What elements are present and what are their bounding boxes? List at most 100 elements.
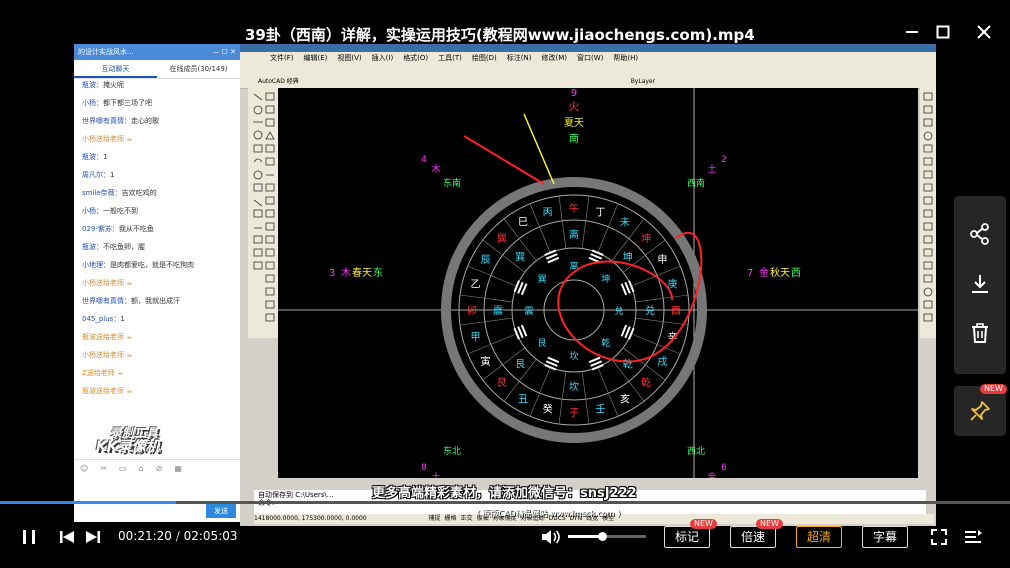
inner-trigram-label: 巽 — [538, 274, 547, 285]
east-direction: 东 — [373, 266, 383, 279]
status-toggle[interactable]: 捕捉 — [429, 515, 441, 522]
close-button[interactable] — [970, 18, 998, 46]
chat-message: smile奈薇：吉欢吃鸡的 — [82, 189, 232, 198]
cad-menu-item[interactable]: 视图(V) — [337, 52, 361, 64]
workspace-select[interactable]: AutoCAD 经典 — [258, 78, 299, 85]
sw-element: 土 — [707, 163, 716, 175]
cad-drawing-canvas[interactable]: 午丁未坤申庚酉辛戌乾亥壬子癸丑艮寅甲卯乙辰巽巳丙离坤兑乾坎艮震巽离坤兑乾坎艮震巽… — [278, 88, 918, 526]
mark-new-badge: NEW — [690, 519, 717, 529]
chat-message: 瓶波送给老师 ☕ — [82, 333, 232, 342]
gift-icon: ☕ — [114, 369, 124, 377]
chat-text: ：吉欢吃鸡的 — [114, 189, 157, 197]
chat-sender[interactable]: 瓶波 — [82, 81, 96, 89]
volume-button[interactable] — [540, 527, 562, 547]
speed-label: 倍速 — [740, 530, 765, 544]
previous-button[interactable] — [56, 527, 78, 547]
chat-sender[interactable]: 瓶波 — [82, 387, 96, 395]
cad-menu-item[interactable]: 格式(O) — [403, 52, 428, 64]
chat-sender[interactable]: 小杨 — [82, 99, 96, 107]
next-button[interactable] — [82, 527, 104, 547]
chat-sender[interactable]: 瓶波 — [82, 243, 96, 251]
download-button[interactable] — [967, 271, 993, 297]
mountain-label: 巳 — [518, 217, 528, 229]
trigram-line — [545, 360, 558, 367]
cad-menu-item[interactable]: 绘图(D) — [472, 52, 497, 64]
outer-trigram-label: 乾 — [623, 358, 633, 371]
chat-sender[interactable]: 045_plus — [82, 315, 113, 323]
mountain-label: 丁 — [595, 207, 605, 218]
cad-menu-item[interactable]: 修改(M) — [541, 52, 567, 64]
mountain-label: 子 — [569, 407, 579, 419]
maximize-button[interactable] — [929, 18, 957, 46]
chat-sender[interactable]: 小杨 — [82, 135, 96, 143]
tab-interactive-chat[interactable]: 互动聊天 — [74, 60, 157, 78]
fullscreen-button[interactable] — [928, 527, 950, 547]
cad-menu-item[interactable]: 编辑(E) — [304, 52, 328, 64]
trigram-symbol — [620, 324, 635, 340]
playlist-button[interactable] — [962, 527, 984, 547]
chat-text: ：走心的歌 — [124, 117, 159, 125]
mountain-label: 亥 — [620, 392, 630, 405]
chat-sender[interactable]: 小杨 — [82, 207, 96, 215]
sector-divider — [459, 294, 513, 303]
current-time: 00:21:20 — [118, 529, 172, 543]
tab-online-members[interactable]: 在线成员(30/149) — [157, 60, 240, 78]
chat-sender[interactable]: smile奈薇 — [82, 189, 115, 197]
delete-button[interactable] — [967, 320, 993, 346]
cad-draw-toolbar[interactable] — [248, 88, 278, 338]
trigram-line — [628, 327, 635, 340]
chat-sender[interactable]: 瓶波 — [82, 153, 96, 161]
cad-menu-item[interactable]: 窗口(W) — [577, 52, 603, 64]
chat-text: ：不吃鱼卵，腥 — [96, 243, 145, 251]
cad-menu-item[interactable]: 插入(I) — [372, 52, 394, 64]
mountain-label: 壬 — [595, 404, 605, 416]
cursor-coordinates: 1418000.0000, 175300.0000, 0.0000 — [254, 515, 367, 522]
nw-direction: 西北 — [687, 446, 705, 457]
chat-sender[interactable]: 小杨 — [82, 351, 96, 359]
chat-message: 周凡尔：1 — [82, 171, 232, 180]
trigram-line — [544, 364, 557, 371]
status-toggle[interactable]: 正交 — [461, 515, 473, 522]
quality-button[interactable]: 超清 — [796, 526, 842, 548]
chat-toolbar-icons[interactable]: ☺✂▭⌂⊘▦ — [80, 464, 194, 473]
chat-sender[interactable]: 瓶波 — [82, 333, 96, 341]
cad-modify-toolbar[interactable] — [920, 88, 936, 338]
chat-sender[interactable]: 小杨 — [82, 279, 96, 287]
send-button[interactable]: 发送 — [206, 504, 236, 518]
mountain-label: 丑 — [518, 394, 528, 405]
inner-trigram-label: 艮 — [538, 338, 547, 349]
chat-sender[interactable]: 029-紫苏 — [82, 225, 112, 233]
west-number: 7 — [747, 268, 753, 279]
mark-button[interactable]: 标记 — [664, 526, 710, 548]
pin-button[interactable] — [967, 398, 993, 424]
chat-sender[interactable]: 世界哪有真情 — [82, 117, 124, 125]
trigram-symbol — [620, 280, 635, 296]
cad-menu-item[interactable]: 文件(F) — [270, 52, 294, 64]
pause-button[interactable] — [18, 527, 40, 547]
chat-text: ：我从不吃鱼 — [111, 225, 154, 233]
chat-window-controls[interactable]: — ☐ ✕ — [212, 44, 236, 60]
layer-select[interactable]: ByLayer — [631, 78, 655, 85]
speed-button[interactable]: 倍速 — [730, 526, 776, 548]
chat-sender[interactable]: 世界哪有真情 — [82, 297, 124, 305]
trigram-line — [513, 327, 520, 340]
inner-trigram-label: 震 — [524, 306, 533, 317]
sector-divider — [635, 317, 689, 326]
cad-menu-item[interactable]: 帮助(H) — [613, 52, 638, 64]
chat-sender[interactable]: 小地理 — [82, 261, 103, 269]
chat-sender[interactable]: 周凡尔 — [82, 171, 103, 179]
status-toggle[interactable]: 栅格 — [445, 515, 457, 522]
trigram-line — [624, 281, 631, 294]
mountain-label: 丙 — [543, 207, 553, 218]
chat-input-area[interactable]: ☺✂▭⌂⊘▦ 发送 — [74, 459, 240, 522]
cad-menu-item[interactable]: 工具(T) — [438, 52, 462, 64]
mountain-label: 甲 — [470, 332, 480, 343]
minimize-button[interactable] — [898, 18, 926, 46]
volume-slider-handle[interactable] — [597, 532, 607, 541]
pin-new-badge: NEW — [980, 384, 1007, 394]
cad-menu-item[interactable]: 标注(N) — [507, 52, 532, 64]
subtitle-button[interactable]: 字幕 — [862, 526, 908, 548]
share-button[interactable] — [967, 221, 993, 247]
trigram-line — [544, 249, 557, 256]
inner-trigram-label: 坤 — [601, 273, 610, 285]
